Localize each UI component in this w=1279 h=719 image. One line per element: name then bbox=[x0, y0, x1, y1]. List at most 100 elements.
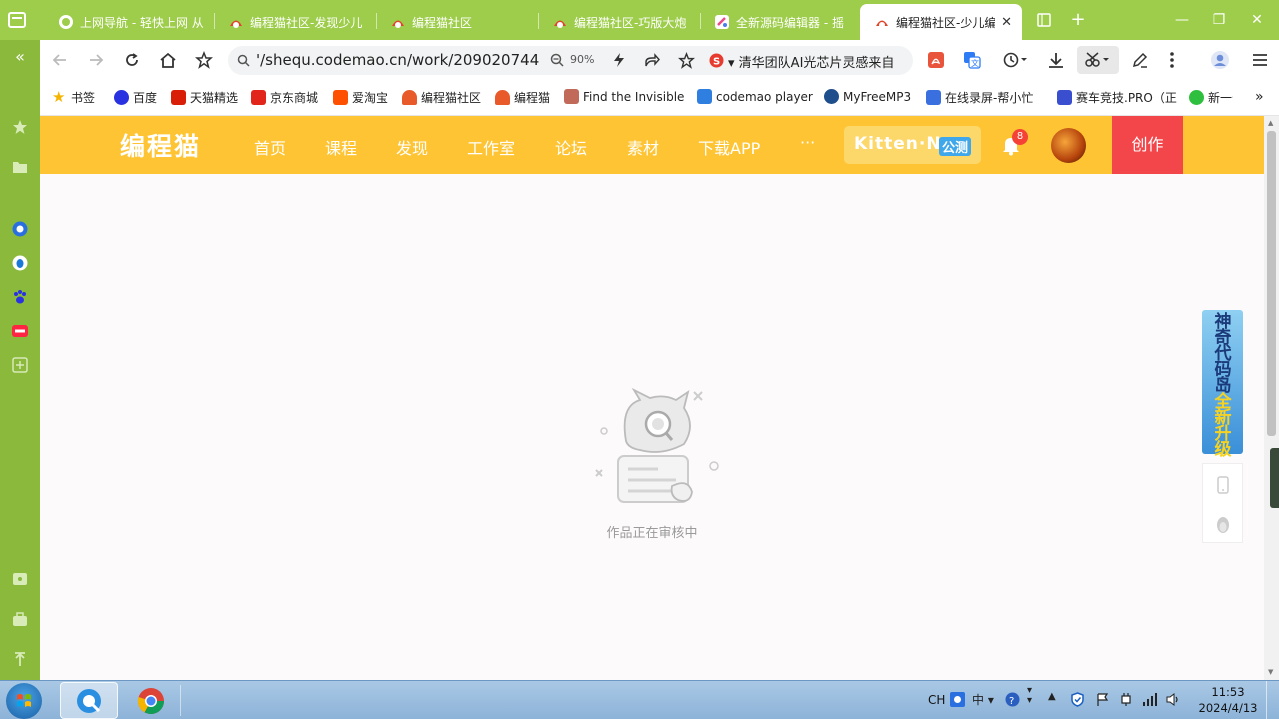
nav-materials[interactable]: 素材 bbox=[627, 135, 659, 159]
history-button[interactable] bbox=[998, 48, 1032, 72]
new-tab-icon[interactable]: + bbox=[1066, 8, 1090, 32]
browser-menu-icon[interactable] bbox=[6, 9, 28, 31]
codemao-logo[interactable]: 编程猫 bbox=[120, 127, 201, 163]
taobao-icon bbox=[333, 90, 348, 105]
bookmark-item[interactable]: 赛车竞技.PRO（正 bbox=[1057, 89, 1177, 106]
qq-icon[interactable] bbox=[11, 254, 29, 272]
qq-penguin-icon[interactable] bbox=[1214, 515, 1232, 535]
side-panel-handle[interactable] bbox=[1270, 448, 1279, 508]
close-window-icon[interactable]: ✕ bbox=[1245, 8, 1269, 32]
share-icon[interactable] bbox=[644, 52, 660, 68]
nav-home[interactable]: 首页 bbox=[254, 135, 286, 159]
pin-icon[interactable] bbox=[11, 650, 29, 668]
zoom-level[interactable]: 90% bbox=[570, 53, 594, 66]
download-button[interactable] bbox=[1044, 48, 1068, 72]
sign-button[interactable] bbox=[1128, 48, 1152, 72]
home-button[interactable] bbox=[156, 48, 180, 72]
bookmark-label: MyFreeMP3 bbox=[843, 89, 912, 104]
show-desktop-button[interactable] bbox=[1266, 681, 1279, 719]
bookmark-item[interactable]: 百度 bbox=[114, 89, 157, 106]
xiaohongshu-icon[interactable] bbox=[11, 322, 29, 340]
forward-arrow-icon bbox=[90, 54, 104, 66]
translate-extension-button[interactable]: 文 bbox=[960, 48, 984, 72]
bookmark-item[interactable]: 新一号 bbox=[1189, 89, 1233, 106]
page-scrollbar[interactable]: ▲ ▼ bbox=[1264, 116, 1279, 680]
back-button[interactable] bbox=[48, 48, 72, 72]
scroll-up-arrow-icon[interactable]: ▲ bbox=[1268, 119, 1273, 127]
scroll-down-arrow-icon[interactable]: ▼ bbox=[1268, 668, 1273, 676]
bookmark-star-button[interactable] bbox=[192, 48, 216, 72]
system-clock[interactable]: 11:53 2024/4/13 bbox=[1195, 684, 1261, 716]
power-plug-icon[interactable] bbox=[1118, 692, 1133, 707]
toolbox-icon[interactable] bbox=[11, 610, 29, 628]
address-bar[interactable]: '/shequ.codemao.cn/work/209020744 90% S … bbox=[228, 46, 913, 75]
more-menu-button[interactable] bbox=[1160, 48, 1184, 72]
taskbar-chrome-app[interactable] bbox=[122, 682, 180, 719]
pdf-extension-button[interactable] bbox=[924, 48, 948, 72]
scrollbar-thumb[interactable] bbox=[1267, 131, 1276, 436]
create-button[interactable]: 创作 bbox=[1112, 116, 1183, 174]
tab-list-icon[interactable] bbox=[1036, 12, 1052, 28]
nav-studio[interactable]: 工作室 bbox=[467, 135, 515, 159]
bookmark-item[interactable]: 爱淘宝 bbox=[333, 89, 388, 106]
volume-icon[interactable] bbox=[1166, 692, 1181, 707]
folder-icon[interactable] bbox=[11, 158, 29, 176]
ime-settings-icon[interactable]: ▾ ▾ bbox=[1027, 686, 1032, 706]
show-hidden-icons[interactable]: ▲ bbox=[1048, 691, 1056, 702]
browser-q-tray-icon[interactable] bbox=[950, 692, 965, 707]
taskbar-browser-app[interactable] bbox=[60, 682, 118, 719]
nav-more[interactable]: ··· bbox=[800, 133, 815, 152]
bookmark-item[interactable]: 京东商城 bbox=[251, 89, 318, 106]
help-icon[interactable]: ? bbox=[1005, 692, 1020, 707]
baidu-paw-icon[interactable] bbox=[11, 288, 29, 306]
tab-2[interactable]: 编程猫社区 bbox=[376, 4, 538, 40]
lightning-icon[interactable] bbox=[611, 52, 627, 68]
user-avatar[interactable] bbox=[1051, 128, 1086, 163]
collapse-sidebar-icon[interactable]: « bbox=[11, 48, 29, 66]
mobile-phone-icon[interactable] bbox=[1215, 476, 1231, 494]
tab-4[interactable]: 全新源码编辑器 - 摇 bbox=[700, 4, 860, 40]
pen-icon bbox=[1132, 52, 1148, 68]
nav-discover[interactable]: 发现 bbox=[396, 135, 428, 159]
bookmark-item[interactable]: codemao player bbox=[697, 89, 813, 104]
bookmark-item[interactable]: MyFreeMP3 bbox=[824, 89, 911, 104]
start-button[interactable] bbox=[6, 683, 42, 719]
tab-1[interactable]: 编程猫社区-发现少儿 bbox=[214, 4, 376, 40]
tab-5-active[interactable]: 编程猫社区-少儿编 ✕ bbox=[860, 4, 1022, 40]
bookmark-item[interactable]: 天猫精选 bbox=[171, 89, 238, 106]
screenshot-button[interactable] bbox=[1077, 46, 1119, 74]
bookmark-item[interactable]: 编程猫 bbox=[495, 89, 550, 106]
action-center-flag-icon[interactable] bbox=[1095, 692, 1110, 707]
bookmark-item[interactable]: 编程猫社区 bbox=[402, 89, 481, 106]
kitten-n-beta-button[interactable]: Kitten·N 公测 bbox=[844, 126, 981, 164]
favorites-star-icon[interactable] bbox=[11, 118, 29, 136]
reload-button[interactable] bbox=[120, 48, 144, 72]
tab-0[interactable]: 上网导航 - 轻快上网 从 bbox=[44, 4, 214, 40]
zoom-icon[interactable] bbox=[550, 53, 565, 68]
minimize-icon[interactable]: — bbox=[1170, 8, 1194, 32]
favorite-add-icon[interactable] bbox=[678, 52, 695, 69]
news-ticker[interactable]: ▾ 清华团队AI光芯片灵感来自 bbox=[728, 52, 903, 71]
nav-download-app[interactable]: 下载APP bbox=[698, 135, 760, 159]
browser-q-icon[interactable] bbox=[11, 220, 29, 238]
tab-3[interactable]: 编程猫社区-巧版大炮 bbox=[538, 4, 700, 40]
language-indicator[interactable]: CH bbox=[928, 693, 945, 707]
bookmark-item[interactable]: ★ 书签 bbox=[52, 89, 95, 106]
sogou-s-icon[interactable]: S bbox=[709, 53, 724, 68]
nav-forum[interactable]: 论坛 bbox=[555, 135, 587, 159]
bookmark-item[interactable]: 在线录屏-帮小忙 bbox=[926, 89, 1044, 106]
bookmark-item[interactable]: Find the Invisible bbox=[564, 89, 684, 104]
restore-icon[interactable]: ❐ bbox=[1207, 8, 1231, 32]
bookmarks-overflow-icon[interactable]: » bbox=[1255, 89, 1264, 105]
close-tab-icon[interactable]: ✕ bbox=[1001, 15, 1012, 30]
forward-button[interactable] bbox=[84, 48, 108, 72]
nav-courses[interactable]: 课程 bbox=[325, 135, 357, 159]
main-menu-button[interactable] bbox=[1248, 48, 1272, 72]
ime-mode-indicator[interactable]: 中 ▾ bbox=[972, 691, 994, 708]
add-app-icon[interactable] bbox=[11, 356, 29, 374]
bookmark-manager-icon[interactable] bbox=[11, 570, 29, 588]
security-shield-icon[interactable] bbox=[1070, 692, 1085, 707]
network-signal-icon[interactable] bbox=[1142, 692, 1157, 707]
code-island-promo-banner[interactable]: 神奇代码岛 全新升级 bbox=[1202, 310, 1243, 459]
profile-button[interactable] bbox=[1208, 48, 1232, 72]
